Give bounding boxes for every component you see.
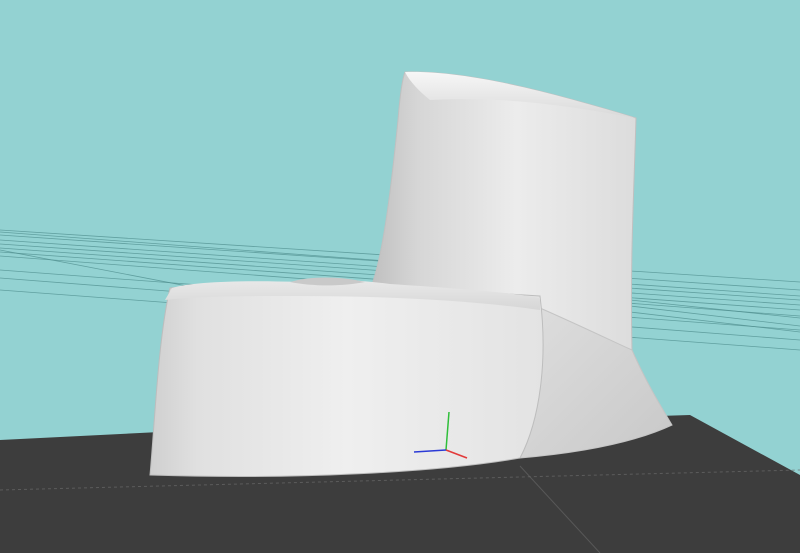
3d-model-chair[interactable]: [149, 71, 673, 477]
model-base: [149, 285, 544, 477]
grid-line: [0, 231, 401, 263]
3d-viewport[interactable]: [0, 0, 800, 553]
3d-scene[interactable]: [0, 0, 800, 553]
